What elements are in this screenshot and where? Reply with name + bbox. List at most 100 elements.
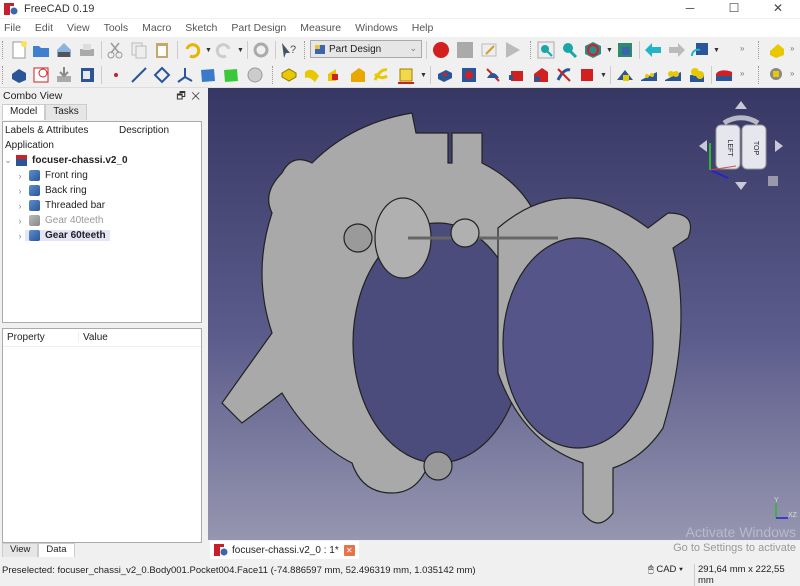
clone-icon[interactable] <box>78 66 96 84</box>
macro-edit-icon[interactable] <box>480 41 498 59</box>
menu-file[interactable]: File <box>4 22 21 34</box>
tree-item-gear-40teeth[interactable]: › Gear 40teeth <box>3 213 201 228</box>
fit-all-icon[interactable] <box>537 41 555 59</box>
groove-icon[interactable] <box>484 66 502 84</box>
menu-help[interactable]: Help <box>412 22 434 34</box>
tree-item-back-ring[interactable]: › Back ring <box>3 183 201 198</box>
refresh-icon[interactable] <box>252 41 270 59</box>
tab-view[interactable]: View <box>2 543 39 557</box>
tab-model[interactable]: Model <box>2 104 46 120</box>
std-views-icon[interactable] <box>691 41 709 59</box>
menu-measure[interactable]: Measure <box>300 22 341 34</box>
draw-style-icon[interactable] <box>584 41 602 59</box>
additive-primitive-dropdown[interactable]: ▼ <box>420 72 427 79</box>
bounding-box-icon[interactable] <box>616 41 634 59</box>
additive-loft-icon[interactable] <box>326 66 344 84</box>
lcs-icon[interactable] <box>176 66 194 84</box>
workbench-selector[interactable]: Part Design ⌄ <box>310 40 422 58</box>
undock-icon[interactable]: 🗗 <box>176 91 185 102</box>
navigation-cube[interactable]: LEFT TOP <box>696 98 786 193</box>
subtractive-pipe-icon[interactable] <box>532 66 550 84</box>
toolbar-overflow-button[interactable]: » <box>740 69 744 78</box>
point-icon[interactable] <box>107 66 125 84</box>
line-icon[interactable] <box>130 66 148 84</box>
macro-stop-icon[interactable] <box>456 41 474 59</box>
close-button[interactable]: ✕ <box>756 0 800 18</box>
arrow-down-icon[interactable] <box>735 182 747 190</box>
plane-icon[interactable] <box>153 66 171 84</box>
revolution-icon[interactable] <box>303 66 321 84</box>
chevron-right-icon[interactable]: › <box>15 186 25 196</box>
polar-pattern-icon[interactable] <box>664 66 682 84</box>
maximize-button[interactable]: ☐ <box>712 0 756 18</box>
view-menu-cube-icon[interactable] <box>768 176 778 186</box>
tree-item-threaded-bar[interactable]: › Threaded bar <box>3 198 201 213</box>
toolbar-grip[interactable] <box>758 41 761 59</box>
close-panel-icon[interactable]: ✕ <box>191 91 200 102</box>
draw-style-dropdown[interactable]: ▼ <box>606 47 613 54</box>
import-icon[interactable] <box>55 66 73 84</box>
std-views-dropdown[interactable]: ▼ <box>713 47 720 54</box>
paste-icon[interactable] <box>153 41 171 59</box>
macro-record-icon[interactable] <box>432 41 450 59</box>
navcube-face-top[interactable]: TOP <box>752 141 759 156</box>
mirrored-icon[interactable] <box>616 66 634 84</box>
macro-run-icon[interactable] <box>503 41 521 59</box>
copy-icon[interactable] <box>130 41 148 59</box>
menu-edit[interactable]: Edit <box>35 22 53 34</box>
sketch-icon[interactable] <box>32 66 50 84</box>
toolbar-grip[interactable] <box>2 66 5 84</box>
navcube-face-left[interactable]: LEFT <box>726 139 733 157</box>
cut-icon[interactable] <box>106 41 124 59</box>
column-labels[interactable]: Labels & Attributes <box>3 125 119 136</box>
toolbar-grip[interactable] <box>304 41 307 59</box>
undo-icon[interactable] <box>183 41 201 59</box>
menu-view[interactable]: View <box>67 22 90 34</box>
tree-item-gear-60teeth[interactable]: › Gear 60teeth <box>3 228 201 243</box>
chevron-down-icon[interactable]: ⌄ <box>3 155 13 166</box>
measure-linear-icon[interactable] <box>768 66 786 84</box>
pad-icon[interactable] <box>280 66 298 84</box>
toolbar-grip[interactable] <box>272 66 275 84</box>
subtractive-helix-icon[interactable] <box>555 66 573 84</box>
fit-selection-icon[interactable] <box>560 41 578 59</box>
back-icon[interactable] <box>644 41 662 59</box>
additive-pipe-icon[interactable] <box>349 66 367 84</box>
measure-icon[interactable] <box>768 41 786 59</box>
arrow-up-icon[interactable] <box>735 101 747 109</box>
pocket-icon[interactable] <box>436 66 454 84</box>
hole-icon[interactable] <box>460 66 478 84</box>
3d-viewport[interactable]: LEFT TOP Y XZ Activate Windows <box>208 88 800 540</box>
toolbar-grip[interactable] <box>530 41 533 59</box>
arrow-right-icon[interactable] <box>775 140 783 152</box>
menu-tools[interactable]: Tools <box>104 22 129 34</box>
multitransform-icon[interactable] <box>688 66 706 84</box>
tab-data[interactable]: Data <box>38 543 75 557</box>
document-tab[interactable]: focuser-chassi.v2_0 : 1* ✕ <box>210 541 359 559</box>
subtractive-primitive-dropdown[interactable]: ▼ <box>600 72 607 79</box>
subtractive-loft-icon[interactable] <box>508 66 526 84</box>
fillet-icon[interactable] <box>715 66 733 84</box>
navigation-style-selector[interactable]: 🖱 CAD ▾ <box>648 564 683 575</box>
rotate-left-arrow[interactable] <box>722 115 760 126</box>
print-icon[interactable] <box>78 41 96 59</box>
toolbar-grip[interactable] <box>758 66 761 84</box>
chevron-right-icon[interactable]: › <box>15 231 25 241</box>
additive-helix-icon[interactable] <box>372 66 390 84</box>
subtractive-box-icon[interactable] <box>578 66 596 84</box>
chevron-right-icon[interactable]: › <box>15 201 25 211</box>
column-property[interactable]: Property <box>3 332 79 343</box>
subshape-binder-icon[interactable] <box>222 66 240 84</box>
column-description[interactable]: Description <box>119 125 169 136</box>
linear-pattern-icon[interactable] <box>640 66 658 84</box>
toolbar-overflow-button[interactable]: » <box>790 44 794 53</box>
tree-document[interactable]: ⌄ focuser-chassi.v2_0 <box>3 153 201 168</box>
open-icon[interactable] <box>32 41 50 59</box>
menu-macro[interactable]: Macro <box>142 22 171 34</box>
arrow-left-icon[interactable] <box>699 140 707 152</box>
save-icon[interactable] <box>55 41 73 59</box>
tree-item-front-ring[interactable]: › Front ring <box>3 168 201 183</box>
shape-binder-icon[interactable] <box>199 66 217 84</box>
chevron-right-icon[interactable]: › <box>15 216 25 226</box>
menu-sketch[interactable]: Sketch <box>185 22 217 34</box>
